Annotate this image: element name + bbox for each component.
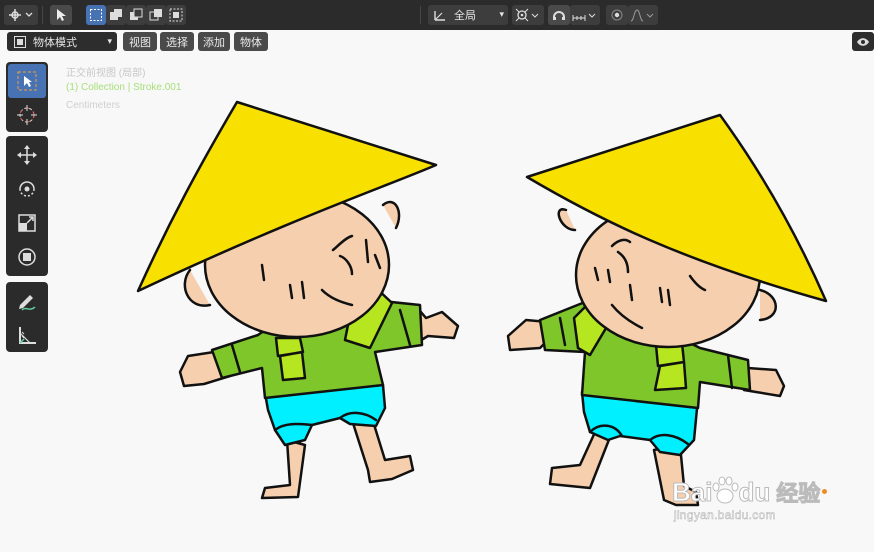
separator: [420, 6, 421, 24]
chevron-down-icon: ▾: [107, 36, 112, 47]
select-mode-invert-button[interactable]: [146, 5, 166, 25]
select-mode-subtract-icon: [130, 8, 143, 20]
select-mode-subtract-button[interactable]: [126, 5, 146, 25]
menu-add[interactable]: 添加: [198, 32, 230, 51]
select-mode-extend-icon: [110, 9, 122, 20]
watermark-dot: [822, 489, 828, 494]
watermark-brand: Bai: [671, 477, 713, 508]
viewport-header: 物体模式 ▾ 视图 选择 添加 物体: [0, 30, 874, 54]
select-tool-button[interactable]: [50, 5, 72, 25]
proportional-edit-icon: [611, 9, 623, 21]
overlay-visibility-button[interactable]: [852, 32, 874, 51]
select-mode-new-icon: [90, 9, 102, 21]
pivot-icon: [515, 8, 539, 22]
right-leg: [350, 416, 415, 484]
falloff-select[interactable]: [628, 5, 658, 25]
watermark-url: jingyan.baidu.com: [674, 508, 776, 523]
separator: [42, 6, 43, 24]
snap-icon: [553, 11, 565, 20]
falloff-icon: [630, 9, 654, 22]
select-mode-intersect-button[interactable]: [166, 5, 186, 25]
snap-toggle[interactable]: [548, 5, 570, 25]
top-toolbar: 全局 ▾: [0, 0, 874, 30]
interaction-mode-label: 物体模式: [33, 35, 77, 49]
snap-increment-icon: [572, 13, 596, 21]
object-mode-icon: [14, 35, 26, 48]
transform-orientation-select[interactable]: 全局 ▾: [428, 5, 508, 25]
interaction-mode-select[interactable]: 物体模式 ▾: [7, 32, 117, 51]
pivot-point-select[interactable]: [512, 5, 544, 25]
select-tool-icon: [57, 9, 66, 21]
menu-view[interactable]: 视图: [123, 32, 157, 51]
character-left: [136, 100, 460, 500]
editor-type-button[interactable]: [4, 5, 38, 25]
left-leg: [260, 438, 307, 500]
select-mode-intersect-icon: [169, 8, 183, 22]
eye-icon: [857, 37, 869, 46]
select-mode-new-button[interactable]: [86, 5, 106, 25]
watermark-cn: 经验: [776, 482, 821, 508]
menu-object[interactable]: 物体: [234, 32, 268, 51]
snap-target-select[interactable]: [570, 5, 600, 25]
select-mode-extend-button[interactable]: [106, 5, 126, 25]
watermark-brand2: du: [738, 477, 771, 508]
baidu-watermark: Bai du 经验 jingyan.baidu.com: [671, 476, 828, 523]
orientation-icon: [434, 11, 445, 21]
paw-icon: [712, 476, 739, 504]
proportional-edit-toggle[interactable]: [606, 5, 628, 25]
character-right: [506, 113, 828, 507]
menu-select[interactable]: 选择: [160, 32, 194, 51]
chevron-down-icon: ▾: [499, 10, 504, 20]
editor-type-icon: [9, 9, 33, 21]
select-mode-invert-icon: [149, 9, 162, 21]
transform-orientation-label: 全局: [454, 9, 476, 22]
